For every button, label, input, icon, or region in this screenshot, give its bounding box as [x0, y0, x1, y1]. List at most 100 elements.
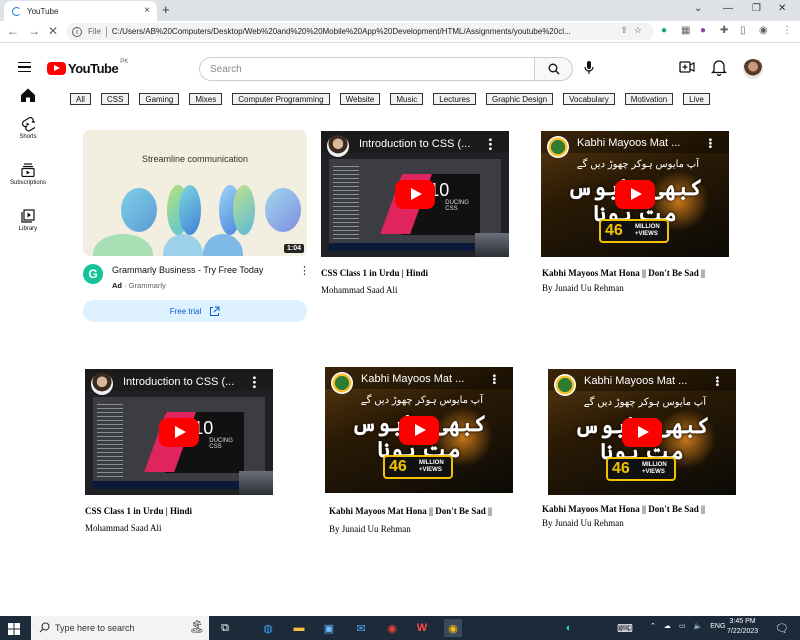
- extension-icon[interactable]: ▦: [681, 25, 690, 36]
- task-view-icon[interactable]: ⧉: [216, 619, 234, 637]
- advertiser-logo[interactable]: G: [83, 264, 103, 284]
- volume-icon[interactable]: 🔈: [694, 622, 703, 630]
- cloud-icon[interactable]: ☁: [664, 622, 671, 630]
- file-explorer-icon[interactable]: ▬: [290, 619, 308, 637]
- new-tab-button[interactable]: +: [162, 2, 170, 17]
- chip-gaming[interactable]: Gaming: [139, 93, 180, 105]
- video-channel[interactable]: By Junaid Uu Rehman: [329, 524, 411, 534]
- notification-center-icon[interactable]: 🗨: [773, 619, 791, 637]
- edge-icon[interactable]: ◍: [259, 619, 277, 637]
- free-trial-button[interactable]: Free trial: [83, 300, 307, 322]
- chip-graphic-design[interactable]: Graphic Design: [485, 93, 554, 105]
- forward-icon[interactable]: →: [28, 24, 40, 38]
- chip-live[interactable]: Live: [683, 93, 710, 105]
- search-button[interactable]: [534, 57, 573, 81]
- ad-label: Ad: [112, 281, 122, 290]
- video-title[interactable]: Kabhi Mayoos Mat Hona || Don't Be Sad ||: [329, 506, 492, 516]
- video-channel[interactable]: Mohammad Saad Ali: [85, 523, 162, 533]
- video-title[interactable]: Kabhi Mayoos Mat Hona || Don't Be Sad ||: [542, 504, 705, 514]
- minimize-icon[interactable]: —: [723, 3, 733, 14]
- chip-website[interactable]: Website: [339, 93, 381, 105]
- store-icon[interactable]: ▣: [320, 619, 338, 637]
- play-button-icon[interactable]: [395, 180, 435, 209]
- webcam-overlay: [239, 471, 273, 495]
- sidebar-item-library[interactable]: Library: [6, 207, 50, 232]
- notifications-bell-icon[interactable]: [710, 59, 728, 81]
- clock-date: 7/22/2023: [727, 628, 759, 635]
- video-thumbnail[interactable]: Kabhi Mayoos Mat ... ••• آپ مایوس ہوکر چ…: [541, 131, 729, 257]
- video-title[interactable]: CSS Class 1 in Urdu | Hindi: [321, 268, 428, 278]
- extension-icon[interactable]: ●: [700, 25, 706, 36]
- chip-css[interactable]: CSS: [100, 93, 130, 105]
- wps-icon[interactable]: W: [413, 619, 431, 637]
- restore-icon[interactable]: ❐: [752, 3, 761, 14]
- system-tray[interactable]: ⌃ ☁ ▭ 🔈 ENG: [650, 622, 725, 631]
- taskbar-search-input[interactable]: Type here to search 🏝: [31, 616, 209, 640]
- chip-computer-programming[interactable]: Computer Programming: [232, 93, 330, 105]
- language-indicator[interactable]: ENG: [710, 623, 725, 630]
- chevron-up-icon[interactable]: ⌃: [650, 622, 656, 630]
- more-options-icon[interactable]: ⋮: [299, 264, 310, 277]
- side-panel-icon[interactable]: ▯: [740, 25, 746, 36]
- ad-title[interactable]: Grammarly Business - Try Free Today: [112, 265, 263, 275]
- play-button-icon[interactable]: [159, 418, 199, 447]
- country-code: PK: [120, 59, 129, 65]
- browser-tab[interactable]: YouTube ×: [4, 1, 157, 21]
- channel-avatar: [91, 373, 113, 395]
- sidebar-item-shorts[interactable]: Shorts: [6, 115, 50, 140]
- chip-motivation[interactable]: Motivation: [624, 93, 674, 105]
- close-tab-icon[interactable]: ×: [144, 5, 150, 16]
- sidebar-item-label: Library: [18, 226, 38, 232]
- sidebar-item-home[interactable]: [6, 86, 50, 105]
- video-title[interactable]: CSS Class 1 in Urdu | Hindi: [85, 506, 192, 516]
- sidebar-item-subscriptions[interactable]: Subscriptions: [6, 161, 50, 186]
- taskbar-clock[interactable]: 3:45 PM 7/22/2023: [727, 617, 758, 637]
- network-icon[interactable]: ▭: [679, 622, 686, 630]
- chip-all[interactable]: All: [70, 93, 91, 105]
- youtube-logo[interactable]: YouTube PK: [47, 59, 129, 76]
- address-bar[interactable]: i File C:/Users/AB%20Computers/Desktop/W…: [66, 23, 654, 40]
- subscriptions-icon: [21, 162, 35, 177]
- clock-time: 3:45 PM: [729, 618, 756, 625]
- search-input[interactable]: Search: [199, 57, 535, 81]
- create-video-icon[interactable]: [679, 60, 695, 79]
- menu-icon[interactable]: [18, 62, 31, 72]
- duration-badge: 1:04: [283, 244, 304, 253]
- site-info-icon[interactable]: i: [72, 26, 82, 37]
- chrome-icon[interactable]: ◉: [383, 619, 401, 637]
- browser-menu-icon[interactable]: ⋮: [782, 25, 792, 36]
- chrome-active-icon[interactable]: ◉: [444, 619, 462, 637]
- microphone-icon[interactable]: [583, 60, 595, 81]
- chip-lectures[interactable]: Lectures: [433, 93, 476, 105]
- video-thumbnail[interactable]: Kabhi Mayoos Mat ... ••• آپ مایوس ہوکر چ…: [548, 369, 736, 495]
- video-channel[interactable]: By Junaid Uu Rehman: [542, 518, 624, 528]
- tab-search-icon[interactable]: ⌄: [694, 3, 702, 14]
- ad-meta: Ad · Grammarly: [112, 281, 166, 290]
- chip-mixes[interactable]: Mixes: [189, 93, 223, 105]
- chip-music[interactable]: Music: [390, 93, 424, 105]
- user-avatar[interactable]: [743, 59, 763, 79]
- share-star-icons[interactable]: ⇪☆: [620, 25, 648, 36]
- stop-loading-icon[interactable]: ✕: [48, 24, 58, 38]
- play-button-icon[interactable]: [615, 180, 655, 209]
- video-thumbnail[interactable]: Kabhi Mayoos Mat ... ••• آپ مایوس ہوکر چ…: [325, 367, 513, 493]
- puzzle-extensions-icon[interactable]: ✚: [720, 25, 728, 36]
- play-button-icon[interactable]: [622, 418, 662, 447]
- keyboard-icon[interactable]: ⌨: [616, 619, 634, 637]
- ad-graphic: [121, 188, 157, 232]
- back-icon[interactable]: ←: [7, 24, 19, 38]
- tray-app-icon[interactable]: ◐: [560, 619, 578, 637]
- video-channel[interactable]: Mohammad Saad Ali: [321, 285, 398, 295]
- chatgpt-extension-icon[interactable]: ●: [661, 25, 667, 36]
- ad-thumbnail[interactable]: Streamline communication 1:04: [83, 130, 307, 256]
- windows-start-icon[interactable]: [8, 622, 20, 640]
- mail-icon[interactable]: ✉: [352, 619, 370, 637]
- chip-vocabulary[interactable]: Vocabulary: [563, 93, 615, 105]
- video-channel[interactable]: By Junaid Uu Rehman: [542, 283, 624, 293]
- close-window-icon[interactable]: ✕: [778, 3, 786, 14]
- video-thumbnail[interactable]: Introduction to CSS (... ••• 10 DUCING CS…: [321, 131, 509, 257]
- profile-icon[interactable]: ◉: [759, 25, 768, 36]
- play-button-icon[interactable]: [399, 416, 439, 445]
- video-thumbnail[interactable]: Introduction to CSS (... ••• 10 DUCING CS…: [85, 369, 273, 495]
- video-title[interactable]: Kabhi Mayoos Mat Hona || Don't Be Sad ||: [542, 268, 705, 278]
